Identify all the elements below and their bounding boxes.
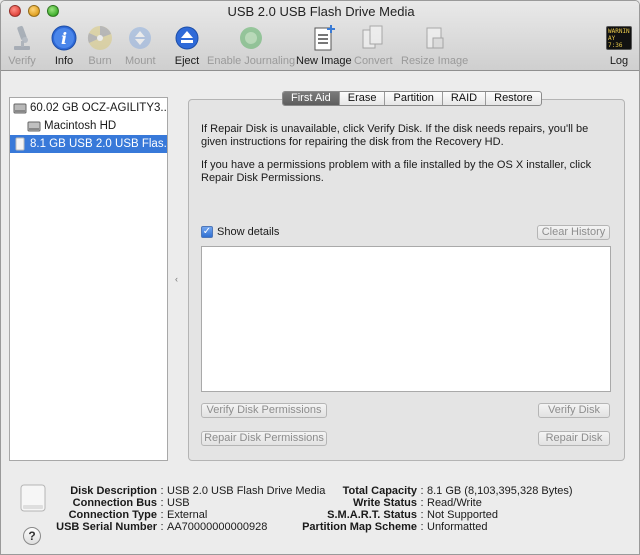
verify-disk-permissions-button[interactable]: Verify Disk Permissions: [201, 403, 327, 418]
title-bar: USB 2.0 USB Flash Drive Media Verify i I…: [1, 1, 639, 71]
microscope-icon: [7, 23, 37, 53]
disk-list-sidebar[interactable]: 60.02 GB OCZ-AGILITY3... Macintosh HD 8.…: [9, 97, 168, 461]
disk-item-label: 8.1 GB USB 2.0 USB Flas...: [30, 138, 167, 150]
partition-map-scheme-key: Partition Map Scheme: [302, 521, 417, 533]
new-image-label: New Image: [296, 55, 352, 67]
connection-type-row: Connection Type: External: [41, 509, 208, 521]
new-image-button[interactable]: New Image: [296, 23, 352, 69]
usb-serial-number-key: USB Serial Number: [56, 521, 157, 533]
show-details-label: Show details: [217, 226, 280, 238]
disk-description-key: Disk Description: [70, 485, 157, 497]
write-status-key: Write Status: [353, 497, 417, 509]
connection-type-key: Connection Type: [68, 509, 157, 521]
tab-bar: First Aid Erase Partition RAID Restore: [282, 91, 542, 106]
convert-icon: [358, 23, 388, 53]
volume-item-macintosh-hd[interactable]: Macintosh HD: [10, 117, 167, 135]
smart-status-row: S.M.A.R.T. Status: Not Supported: [297, 509, 498, 521]
disk-item-ocz-agility[interactable]: 60.02 GB OCZ-AGILITY3...: [10, 99, 167, 117]
write-status-row: Write Status: Read/Write: [297, 497, 482, 509]
resize-image-label: Resize Image: [401, 55, 469, 67]
connection-type-value: External: [167, 509, 208, 521]
info-button[interactable]: i Info: [49, 23, 79, 69]
log-console-icon: WARNIN AY 7:36: [604, 23, 634, 53]
resize-image-icon: [420, 23, 450, 53]
hard-drive-icon: [27, 119, 41, 133]
connection-bus-value: USB: [167, 497, 190, 509]
eject-button[interactable]: Eject: [172, 23, 202, 69]
mount-button[interactable]: Mount: [125, 23, 156, 69]
enable-journaling-label: Enable Journaling: [207, 55, 296, 67]
burn-button[interactable]: Burn: [85, 23, 115, 69]
log-label: Log: [609, 55, 629, 67]
journaling-icon: [236, 23, 266, 53]
disk-item-usb-flash[interactable]: 8.1 GB USB 2.0 USB Flas...: [10, 135, 167, 153]
verify-button[interactable]: Verify: [7, 23, 37, 69]
tab-restore[interactable]: Restore: [486, 92, 541, 105]
new-image-icon: [309, 23, 339, 53]
mount-label: Mount: [125, 55, 156, 67]
repair-disk-permissions-button[interactable]: Repair Disk Permissions: [201, 431, 327, 446]
burn-disc-icon: [85, 23, 115, 53]
verify-disk-button[interactable]: Verify Disk: [538, 403, 610, 418]
total-capacity-value: 8.1 GB (8,103,395,328 Bytes): [427, 485, 573, 497]
info-icon: i: [49, 23, 79, 53]
burn-label: Burn: [88, 55, 112, 67]
eject-label: Eject: [174, 55, 200, 67]
checkmark-icon: ✓: [201, 226, 213, 238]
repair-disk-button[interactable]: Repair Disk: [538, 431, 610, 446]
total-capacity-key: Total Capacity: [342, 485, 417, 497]
log-button[interactable]: WARNIN AY 7:36 Log: [604, 23, 634, 69]
usb-serial-number-row: USB Serial Number: AA70000000000928: [41, 521, 267, 533]
tab-raid[interactable]: RAID: [443, 92, 487, 105]
volume-item-label: Macintosh HD: [44, 120, 117, 132]
first-aid-instructions-2: If you have a permissions problem with a…: [201, 159, 592, 184]
window-title: USB 2.0 USB Flash Drive Media: [227, 4, 415, 19]
log-icon-line-2: AY 7:36: [608, 35, 623, 49]
resize-image-button[interactable]: Resize Image: [401, 23, 468, 69]
connection-bus-row: Connection Bus: USB: [41, 497, 190, 509]
disk-item-label: 60.02 GB OCZ-AGILITY3...: [30, 102, 167, 114]
eject-icon: [172, 23, 202, 53]
mount-icon: [125, 23, 155, 53]
disk-description-row: Disk Description: USB 2.0 USB Flash Drive…: [41, 485, 325, 497]
convert-label: Convert: [354, 55, 393, 67]
enable-journaling-button[interactable]: Enable Journaling: [207, 23, 295, 69]
tab-erase[interactable]: Erase: [340, 92, 386, 105]
partition-map-scheme-value: Unformatted: [427, 521, 488, 533]
disk-utility-window: USB 2.0 USB Flash Drive Media Verify i I…: [0, 0, 640, 555]
log-icon-line-1: WARNIN: [608, 28, 630, 35]
total-capacity-row: Total Capacity:8.1 GB (8,103,395,328 Byt…: [297, 485, 573, 497]
first-aid-instructions-1: If Repair Disk is unavailable, click Ver…: [201, 123, 589, 148]
smart-status-key: S.M.A.R.T. Status: [327, 509, 417, 521]
clear-history-button[interactable]: Clear History: [537, 225, 610, 240]
split-view-handle[interactable]: ‹: [175, 274, 178, 284]
write-status-value: Read/Write: [427, 497, 482, 509]
info-label: Info: [54, 55, 74, 67]
connection-bus-key: Connection Bus: [72, 497, 157, 509]
smart-status-value: Not Supported: [427, 509, 498, 521]
hard-drive-icon: [13, 101, 27, 115]
convert-button[interactable]: Convert: [354, 23, 393, 69]
tab-first-aid[interactable]: First Aid: [283, 92, 340, 105]
verify-label: Verify: [8, 55, 36, 67]
show-details-checkbox[interactable]: ✓ Show details: [201, 226, 279, 238]
tab-partition[interactable]: Partition: [385, 92, 443, 105]
details-log-view[interactable]: [201, 246, 611, 392]
partition-map-scheme-row: Partition Map Scheme: Unformatted: [297, 521, 488, 533]
toolbar: Verify i Info Burn Mount Eject Enable Jo…: [1, 23, 639, 69]
usb-serial-number-value: AA70000000000928: [167, 521, 268, 533]
usb-drive-icon: [13, 137, 27, 151]
svg-text:i: i: [61, 29, 67, 48]
help-button[interactable]: ?: [23, 527, 41, 545]
